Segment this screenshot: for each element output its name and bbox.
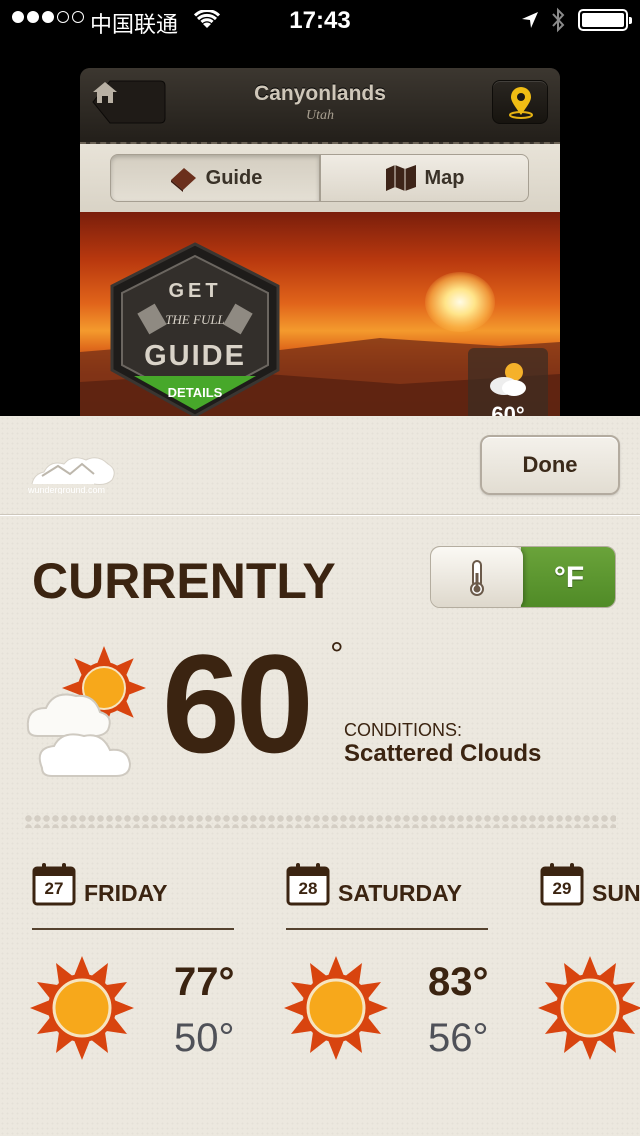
- get-full-guide-badge[interactable]: GET THE FULL GUIDE DETAILS: [102, 240, 288, 428]
- current-temperature: 60: [162, 625, 314, 782]
- tab-map-label: Map: [424, 166, 465, 189]
- book-icon: [170, 168, 196, 192]
- forecast-day-name: SUN: [592, 880, 640, 906]
- thermometer-icon: [470, 560, 484, 596]
- location-arrow-icon: [520, 10, 540, 36]
- scattered-clouds-icon: [26, 646, 146, 777]
- background-app-screen: Canyonlands Utah Guide Map GET THE FULL …: [80, 68, 560, 428]
- forecast-day-name: SATURDAY: [338, 880, 462, 906]
- conditions-label: CONDITIONS:: [344, 720, 463, 740]
- badge-details: DETAILS: [167, 385, 223, 400]
- wunderground-logo: wunderground.com: [27, 440, 120, 499]
- toggle-knob[interactable]: [431, 547, 523, 607]
- map-pin-icon: [509, 87, 533, 119]
- status-bar: 中国联通 17:43: [0, 0, 640, 40]
- badge-line-2: THE FULL: [165, 312, 225, 327]
- forecast-high: 83°: [428, 960, 489, 1004]
- tab-guide-label: Guide: [205, 166, 263, 189]
- forecast-date: 27: [44, 879, 64, 898]
- done-button[interactable]: Done: [480, 435, 620, 495]
- partly-cloudy-icon: [490, 363, 526, 396]
- badge-line-1: GET: [168, 280, 222, 302]
- navigation-bar: Canyonlands Utah: [80, 68, 560, 144]
- forecast-high: 77°: [174, 960, 235, 1004]
- weather-sheet: wunderground.com Done CURRENTLY °F 60 ° …: [0, 416, 640, 1136]
- hero-image-canyon-sunset: GET THE FULL GUIDE DETAILS 60°: [80, 212, 560, 428]
- tab-map[interactable]: Map: [320, 154, 529, 202]
- page-title: Canyonlands: [254, 82, 386, 105]
- section-divider: [24, 814, 616, 828]
- map-icon: [385, 165, 416, 191]
- unit-label: °F: [521, 547, 615, 607]
- map-pin-button[interactable]: [492, 80, 548, 124]
- segmented-control: Guide Map: [80, 144, 560, 212]
- unit-toggle[interactable]: °F: [430, 546, 616, 608]
- currently-heading: CURRENTLY: [32, 553, 336, 609]
- page-subtitle: Utah: [306, 108, 334, 123]
- sun-icon: [538, 956, 640, 1060]
- forecast-date: 29: [552, 879, 572, 898]
- sun-icon: [284, 956, 388, 1060]
- forecast-date: 28: [298, 879, 318, 898]
- battery-icon: [578, 9, 632, 31]
- forecast-underline: [32, 928, 234, 930]
- tab-guide[interactable]: Guide: [110, 154, 320, 202]
- sun-icon: [30, 956, 134, 1060]
- conditions-value: Scattered Clouds: [344, 740, 542, 767]
- forecast-day-name: FRIDAY: [84, 880, 168, 906]
- header-divider: [0, 514, 640, 516]
- badge-line-3: GUIDE: [144, 340, 246, 372]
- forecast-underline: [286, 928, 488, 930]
- wunderground-logo-text: wunderground.com: [28, 485, 105, 494]
- forecast-low: 56°: [428, 1016, 489, 1060]
- forecast-low: 50°: [174, 1016, 235, 1060]
- bluetooth-icon: [550, 7, 566, 39]
- clock: 17:43: [289, 7, 351, 34]
- degree-symbol: °: [330, 636, 344, 674]
